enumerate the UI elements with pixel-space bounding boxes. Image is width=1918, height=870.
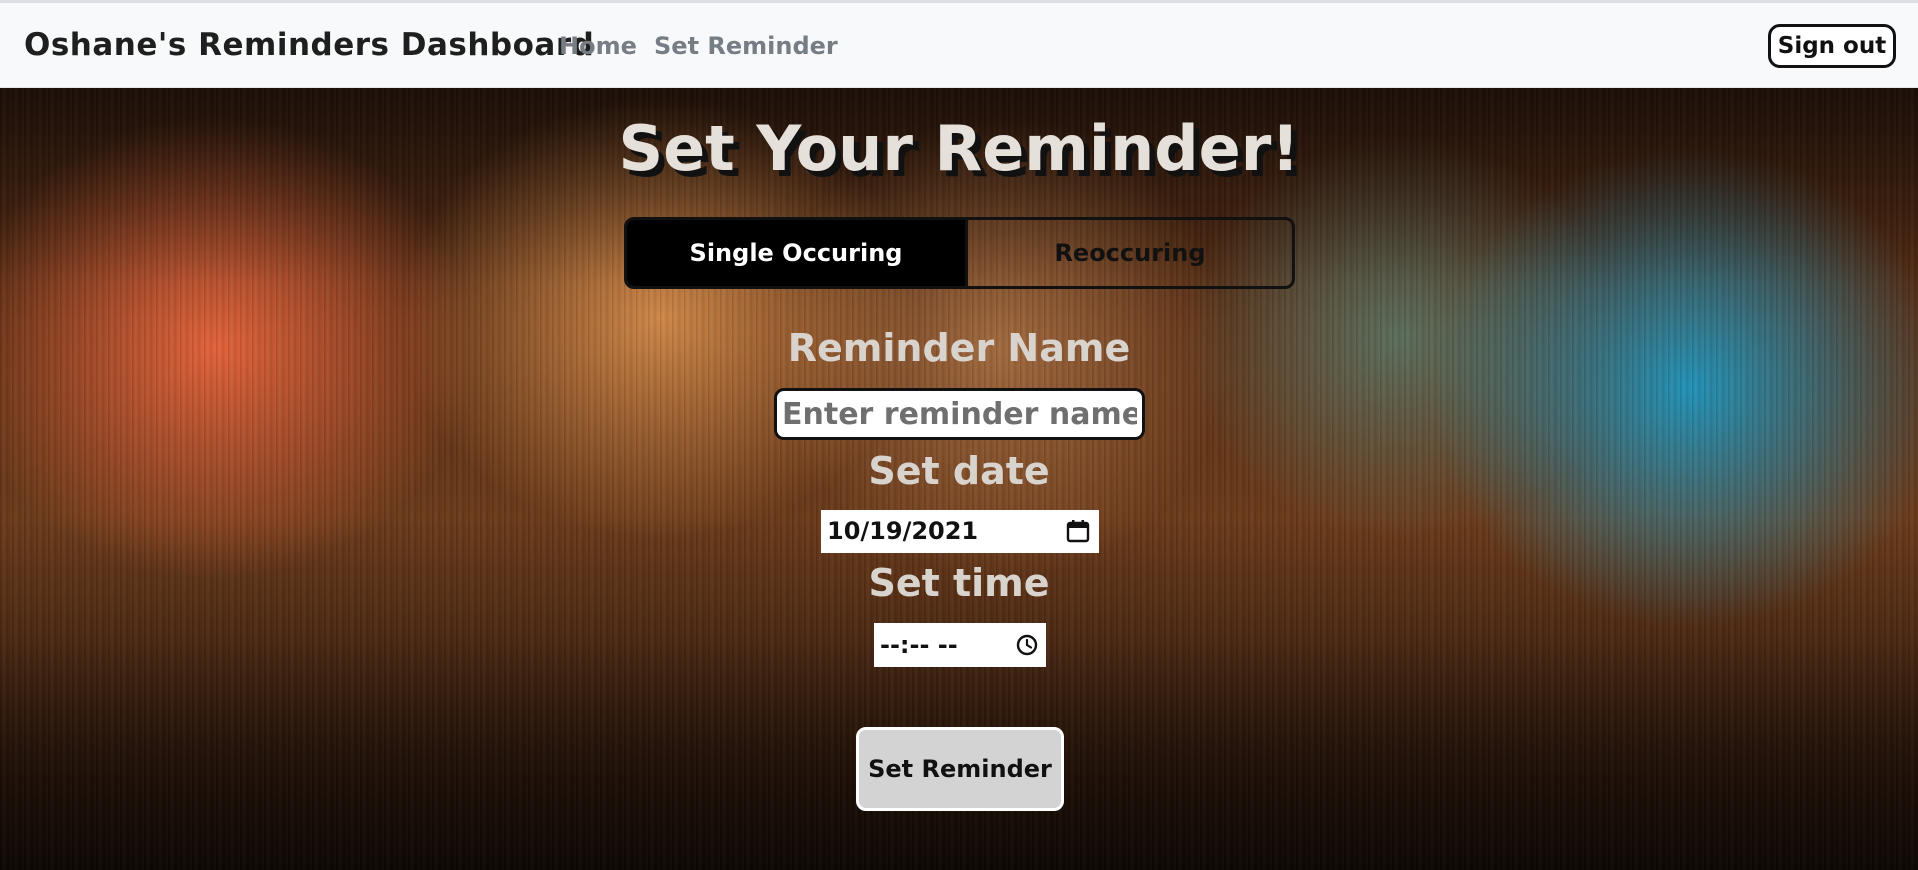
toggle-single-occuring[interactable]: Single Occuring [627,220,965,286]
clock-icon[interactable] [1014,632,1040,658]
set-date-label: Set date [868,449,1050,493]
hero-background: Set Your Reminder! Single Occuring Reocc… [0,88,1918,870]
set-time-label: Set time [868,561,1050,605]
navbar: Oshane's Reminders Dashboard Home Set Re… [0,3,1918,88]
date-input[interactable]: 10/19/2021 [821,510,1099,553]
page-title: Set Your Reminder! [618,112,1300,185]
calendar-icon[interactable] [1065,518,1091,544]
nav-link-home[interactable]: Home [559,32,637,60]
date-value: 10/19/2021 [827,517,979,545]
set-reminder-button[interactable]: Set Reminder [856,727,1064,811]
time-value: --:-- -- [880,631,958,659]
time-input[interactable]: --:-- -- [874,623,1046,667]
reminder-form-container: Set Your Reminder! Single Occuring Reocc… [0,88,1918,870]
navbar-brand[interactable]: Oshane's Reminders Dashboard [24,27,594,63]
nav-link-set-reminder[interactable]: Set Reminder [654,32,838,60]
occurrence-toggle: Single Occuring Reoccuring [624,217,1295,289]
sign-out-button[interactable]: Sign out [1768,24,1896,68]
reminder-name-label: Reminder Name [787,326,1131,370]
reminder-name-input[interactable] [774,388,1145,440]
toggle-reoccuring[interactable]: Reoccuring [965,220,1292,286]
